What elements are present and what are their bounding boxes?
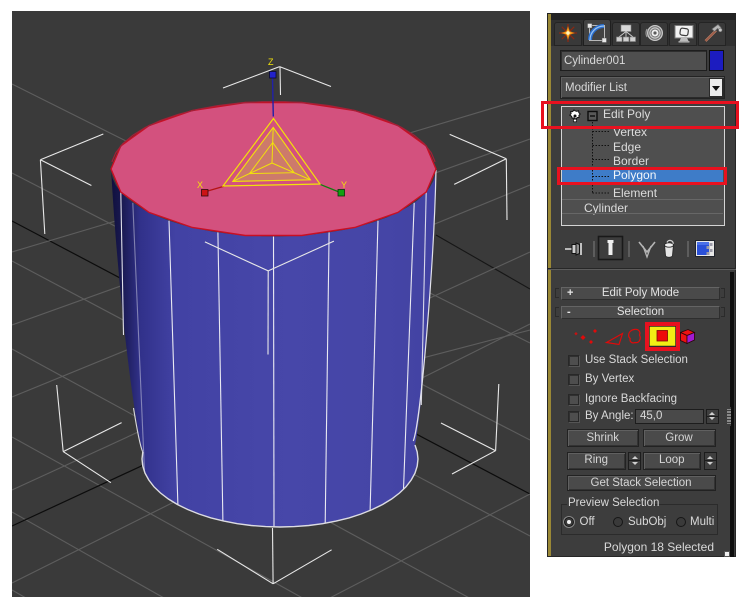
svg-text:Y: Y bbox=[341, 180, 347, 190]
svg-text:X: X bbox=[197, 180, 203, 190]
svg-text:Z: Z bbox=[268, 57, 274, 67]
